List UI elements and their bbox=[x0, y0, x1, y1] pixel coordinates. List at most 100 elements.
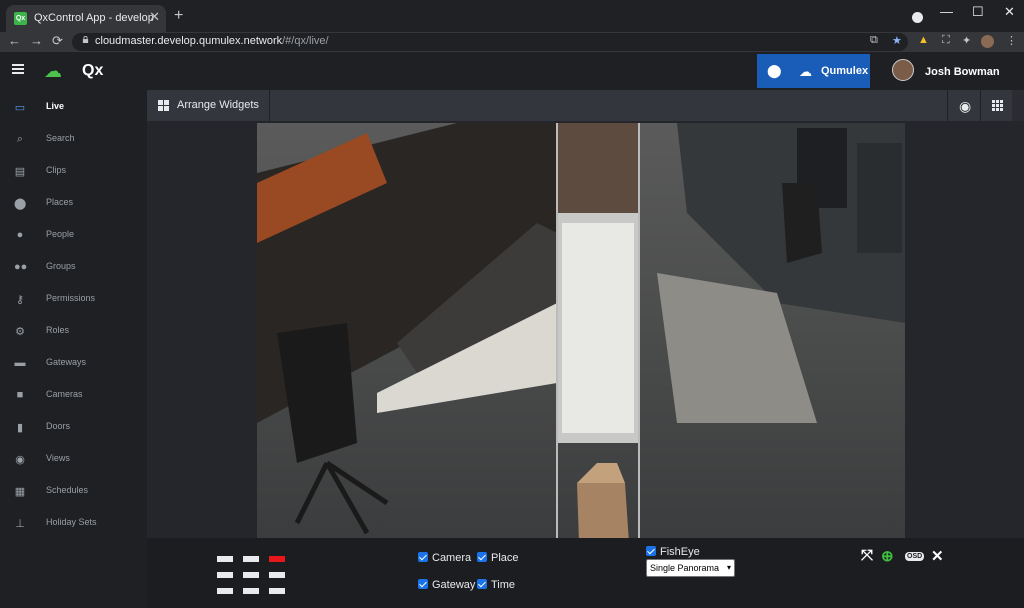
gateway-checkbox[interactable]: Gateway bbox=[418, 579, 475, 591]
sidebar-item-label: Holiday Sets bbox=[46, 517, 97, 527]
tab-close-icon[interactable]: ✕ bbox=[149, 9, 160, 25]
tenant-name: Qumulex bbox=[821, 65, 869, 77]
tab-search-icon[interactable] bbox=[912, 12, 923, 23]
drive-extension-icon[interactable]: ▲ bbox=[918, 34, 929, 46]
widgets-toolbar: Arrange Widgets ◉ bbox=[147, 90, 1012, 121]
place-checkbox[interactable]: Place bbox=[477, 552, 519, 564]
panorama-mode-select[interactable]: Single Panorama ▾ bbox=[646, 559, 735, 577]
reload-icon[interactable]: ⟳ bbox=[52, 33, 63, 49]
tenant-selector[interactable]: ⬤ ☁ Qumulex bbox=[757, 54, 870, 88]
maximize-icon[interactable]: ☐ bbox=[972, 4, 984, 20]
cloud-icon: ☁ bbox=[799, 64, 812, 79]
calendar-icon: ▦ bbox=[14, 486, 26, 498]
eye-icon[interactable]: ◉ bbox=[959, 98, 971, 115]
browser-tab-strip: Qx QxControl App - develop ✕ + — ☐ ✕ bbox=[0, 0, 1024, 32]
sidebar-item-permissions[interactable]: ⚷ Permissions bbox=[0, 284, 147, 316]
chevron-down-icon: ▾ bbox=[726, 563, 731, 572]
sidebar-item-label: Views bbox=[46, 453, 70, 463]
key-icon: ⚷ bbox=[15, 294, 25, 306]
sidebar-item-label: Groups bbox=[46, 261, 76, 271]
holiday-icon: ⊥ bbox=[15, 518, 25, 530]
server-icon: ▬ bbox=[14, 357, 26, 369]
sidebar-item-label: Search bbox=[46, 133, 75, 143]
lock-icon bbox=[82, 36, 89, 43]
url-text: cloudmaster.develop.qumulex.network/#/qx… bbox=[95, 35, 329, 47]
dashboard-grid-icon bbox=[158, 100, 169, 111]
address-bar[interactable]: cloudmaster.develop.qumulex.network/#/qx… bbox=[72, 33, 908, 51]
monitor-icon: ▭ bbox=[14, 102, 26, 114]
toolbar-divider bbox=[980, 90, 981, 121]
sidebar-item-label: Gateways bbox=[46, 357, 87, 367]
checkbox-checked-icon bbox=[646, 546, 656, 556]
sidebar-item-doors[interactable]: ▮ Doors bbox=[0, 412, 147, 444]
minimize-icon[interactable]: — bbox=[940, 4, 953, 19]
toolbar-title[interactable]: Arrange Widgets bbox=[177, 99, 259, 111]
sidebar-item-label: People bbox=[46, 229, 75, 239]
sidebar-item-groups[interactable]: ●● Groups bbox=[0, 252, 147, 284]
screen-capture-extension-icon[interactable]: ⛶ bbox=[942, 34, 950, 47]
checkbox-checked-icon bbox=[418, 579, 428, 589]
browser-tab[interactable]: Qx QxControl App - develop ✕ bbox=[6, 5, 166, 32]
sidebar-item-label: Permissions bbox=[46, 293, 96, 303]
person-icon: ● bbox=[16, 229, 24, 241]
checkbox-checked-icon bbox=[477, 552, 487, 562]
sidebar-item-label: Live bbox=[46, 101, 65, 111]
app-logo: Qx bbox=[82, 62, 104, 79]
sidebar-item-label: Cameras bbox=[46, 389, 83, 399]
users-icon: ●● bbox=[14, 261, 28, 273]
sidebar: ▭ Live ⌕ Search ▤ Clips ⬤ Places ● People ●● Groups… bbox=[0, 90, 147, 608]
user-avatar[interactable] bbox=[892, 59, 914, 81]
extensions-puzzle-icon[interactable]: ✦ bbox=[962, 34, 971, 47]
sidebar-item-people[interactable]: ● People bbox=[0, 220, 147, 252]
bookmark-star-icon[interactable]: ★ bbox=[892, 34, 902, 47]
map-pin-icon: ⬤ bbox=[14, 198, 27, 210]
video-controls-bar: Camera Place Gateway Time FishEye Single… bbox=[147, 538, 1024, 608]
forward-icon[interactable]: → bbox=[30, 33, 43, 48]
layout-grid-selector[interactable] bbox=[217, 556, 285, 600]
file-icon: ▤ bbox=[14, 166, 26, 178]
camera-video-feed[interactable] bbox=[257, 123, 905, 543]
osd-icon[interactable]: OSD bbox=[905, 552, 925, 561]
toolbar-divider bbox=[947, 90, 948, 121]
main-content: Arrange Widgets ◉ Camera Place Gateway T… bbox=[147, 90, 1024, 608]
sidebar-item-schedules[interactable]: ▦ Schedules bbox=[0, 476, 147, 508]
profile-avatar-icon[interactable] bbox=[981, 35, 994, 48]
cloud-logo-icon: ☁ bbox=[44, 61, 62, 81]
checkbox-checked-icon bbox=[418, 552, 428, 562]
user-cog-icon: ⚙ bbox=[15, 326, 25, 338]
search-icon: ⌕ bbox=[16, 133, 24, 145]
sidebar-item-cameras[interactable]: ■ Cameras bbox=[0, 380, 147, 412]
browser-menu-icon[interactable]: ⋮ bbox=[1006, 34, 1017, 47]
new-tab-icon[interactable]: + bbox=[174, 7, 183, 25]
live-view-area: Camera Place Gateway Time FishEye Single… bbox=[147, 121, 1024, 608]
back-icon[interactable]: ← bbox=[8, 33, 21, 48]
fisheye-checkbox[interactable]: FishEye bbox=[646, 546, 700, 558]
user-name[interactable]: Josh Bowman bbox=[925, 66, 1000, 78]
sidebar-item-label: Clips bbox=[46, 165, 67, 175]
sidebar-item-places[interactable]: ⬤ Places bbox=[0, 188, 147, 220]
sidebar-item-gateways[interactable]: ▬ Gateways bbox=[0, 348, 147, 380]
close-video-icon[interactable]: ✕ bbox=[931, 547, 944, 565]
open-in-icon[interactable]: ⧉ bbox=[870, 34, 878, 47]
fullscreen-expand-icon[interactable]: ⤧ bbox=[861, 547, 873, 564]
sidebar-item-clips[interactable]: ▤ Clips bbox=[0, 156, 147, 188]
video-camera-icon: ■ bbox=[16, 389, 24, 401]
toolbar-divider bbox=[269, 90, 270, 121]
sidebar-item-live[interactable]: ▭ Live bbox=[0, 92, 147, 124]
apps-grid-icon[interactable] bbox=[992, 100, 1003, 111]
sidebar-item-roles[interactable]: ⚙ Roles bbox=[0, 316, 147, 348]
browser-toolbar: ← → ⟳ cloudmaster.develop.qumulex.networ… bbox=[0, 32, 1024, 52]
sidebar-item-label: Places bbox=[46, 197, 74, 207]
sidebar-item-label: Schedules bbox=[46, 485, 89, 495]
time-checkbox[interactable]: Time bbox=[477, 579, 515, 591]
sidebar-item-search[interactable]: ⌕ Search bbox=[0, 124, 147, 156]
close-window-icon[interactable]: ✕ bbox=[1004, 4, 1015, 20]
favicon-icon: Qx bbox=[14, 12, 27, 25]
tab-title: QxControl App - develop bbox=[34, 12, 154, 24]
zoom-in-icon[interactable]: ⊕ bbox=[881, 547, 894, 565]
sidebar-item-views[interactable]: ◉ Views bbox=[0, 444, 147, 476]
sidebar-item-holiday-sets[interactable]: ⊥ Holiday Sets bbox=[0, 508, 147, 540]
camera-checkbox[interactable]: Camera bbox=[418, 552, 471, 564]
door-icon: ▮ bbox=[16, 422, 24, 434]
hamburger-menu-icon[interactable] bbox=[12, 64, 24, 74]
